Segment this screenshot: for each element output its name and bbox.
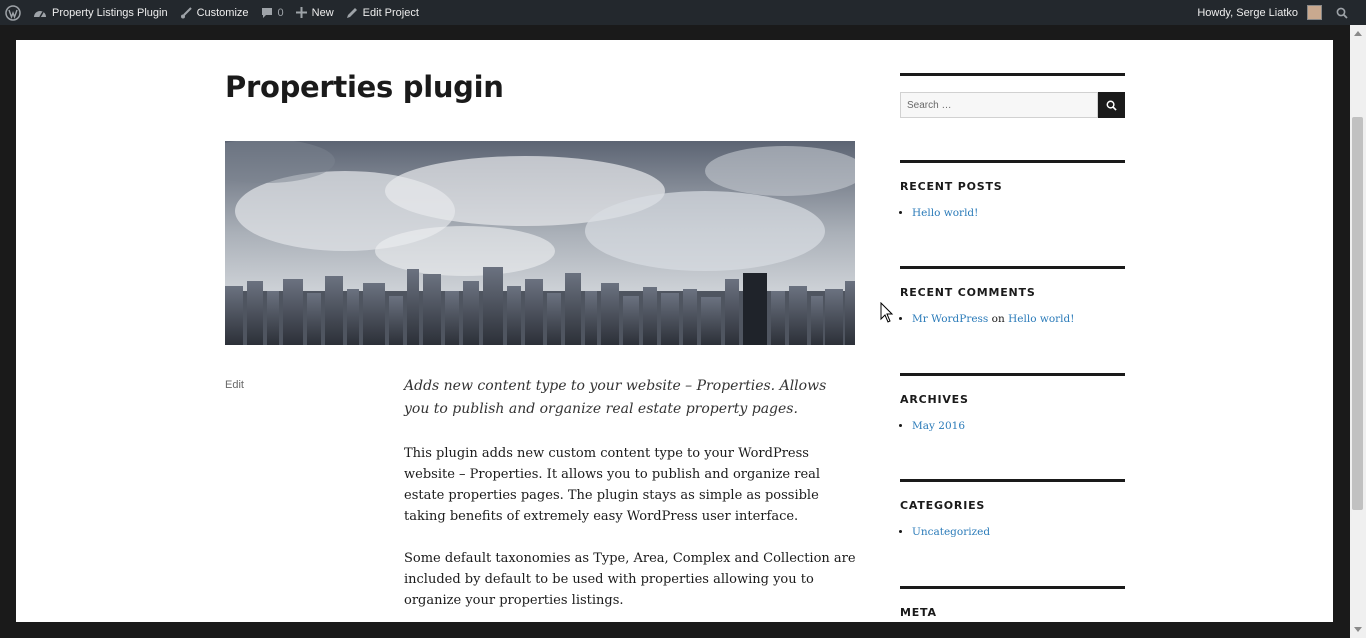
site-name-label: Property Listings Plugin <box>52 6 168 19</box>
search-button[interactable] <box>1098 92 1125 118</box>
new-label: New <box>311 6 334 19</box>
admin-search-button[interactable] <box>1330 0 1366 25</box>
search-icon <box>1106 100 1117 111</box>
widget-title: ARCHIVES <box>900 393 969 406</box>
my-account-menu[interactable]: Howdy, Serge Liatko <box>1191 0 1330 25</box>
list-item: Uncategorized <box>912 526 1125 538</box>
site-page: Properties plugin Edit Adds new content … <box>16 40 1333 622</box>
category-link[interactable]: Uncategorized <box>912 526 990 538</box>
comment-on-label: on <box>991 313 1005 325</box>
entry-summary: Adds new content type to your website – … <box>404 378 827 417</box>
comment-author-link[interactable]: Mr WordPress <box>912 313 988 325</box>
widget-title: CATEGORIES <box>900 499 986 512</box>
list-item: Hello world! <box>912 207 1125 219</box>
list-item: Mr WordPress on Hello world! <box>912 313 1125 325</box>
page-bottom-edge <box>0 622 1350 638</box>
customize-menu[interactable]: Customize <box>174 0 255 25</box>
entry-content: Adds new content type to your website – … <box>404 375 856 622</box>
comments-menu[interactable]: 0 <box>255 0 290 25</box>
comment-post-link[interactable]: Hello world! <box>1008 313 1074 325</box>
plus-icon <box>295 7 307 18</box>
entry-paragraph: This plugin adds new custom content type… <box>404 446 821 524</box>
pencil-icon <box>346 7 357 18</box>
scroll-up-arrow-icon[interactable] <box>1354 31 1362 36</box>
recent-post-link[interactable]: Hello world! <box>912 207 978 219</box>
search-input[interactable]: Search … <box>900 92 1098 118</box>
entry-paragraph: Some default taxonomies as Type, Area, C… <box>404 551 856 608</box>
search-widget: Search … <box>900 73 1125 160</box>
admin-bar: Property Listings Plugin Customize 0 New… <box>0 0 1366 25</box>
featured-image <box>225 141 855 345</box>
comments-count: 0 <box>277 6 284 19</box>
scroll-down-arrow-icon[interactable] <box>1354 627 1362 632</box>
search-icon <box>1336 7 1348 19</box>
meta-widget: META <box>900 586 1125 622</box>
dashboard-icon <box>34 10 46 17</box>
archives-widget: ARCHIVES May 2016 <box>900 373 1125 479</box>
avatar <box>1307 5 1322 20</box>
categories-widget: CATEGORIES Uncategorized <box>900 479 1125 586</box>
wordpress-icon <box>5 4 21 21</box>
page-title: Properties plugin <box>225 70 504 104</box>
site-name-menu[interactable]: Property Listings Plugin <box>27 0 174 25</box>
recent-comments-widget: RECENT COMMENTS Mr WordPress on Hello wo… <box>900 266 1125 373</box>
edit-project-label: Edit Project <box>362 6 419 19</box>
brush-icon <box>180 6 192 18</box>
edit-post-link[interactable]: Edit <box>225 379 244 391</box>
mouse-cursor-icon <box>880 302 894 323</box>
widget-title: RECENT COMMENTS <box>900 286 1036 299</box>
wordpress-logo-button[interactable] <box>0 0 27 25</box>
widget-title: META <box>900 606 937 619</box>
widget-title: RECENT POSTS <box>900 180 1003 193</box>
howdy-label: Howdy, Serge Liatko <box>1197 6 1298 19</box>
new-content-menu[interactable]: New <box>290 0 340 25</box>
edit-project-menu[interactable]: Edit Project <box>340 0 425 25</box>
customize-label: Customize <box>196 6 249 19</box>
sidebar: Search … RECENT POSTS Hello world! RECEN… <box>900 73 1125 622</box>
comment-bubble-icon <box>261 7 272 18</box>
scroll-thumb[interactable] <box>1352 117 1363 510</box>
recent-posts-widget: RECENT POSTS Hello world! <box>900 160 1125 266</box>
archive-link[interactable]: May 2016 <box>912 420 965 432</box>
vertical-scrollbar[interactable] <box>1350 25 1366 638</box>
list-item: May 2016 <box>912 420 1125 432</box>
